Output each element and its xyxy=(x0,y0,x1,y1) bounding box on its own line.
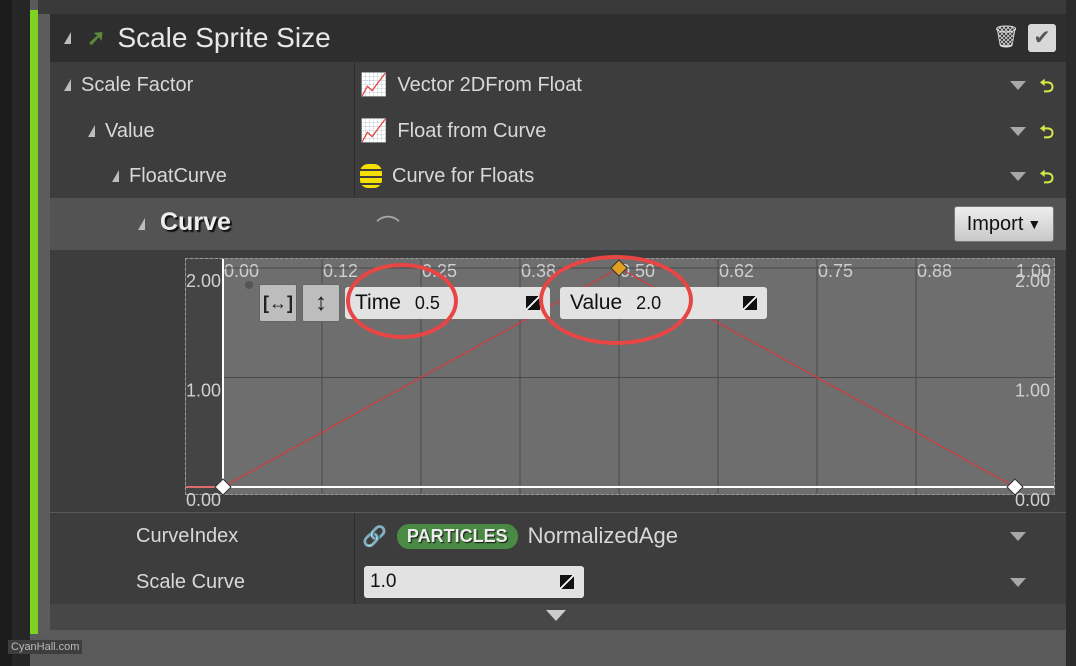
y-tick-label-right: 2.00 xyxy=(1015,271,1050,291)
row-label: Scale Curve xyxy=(136,570,245,593)
scale-curve-field[interactable]: 1.0 xyxy=(364,566,584,598)
graph-dot xyxy=(245,281,253,289)
y-tick-label-right: 1.00 xyxy=(1015,381,1050,401)
annotation-circle xyxy=(346,263,458,339)
x-tick-label: 0.62 xyxy=(719,261,754,281)
y-tick-label: 2.00 xyxy=(186,271,221,291)
advanced-expander[interactable] xyxy=(50,604,1066,630)
x-tick-label: 0.00 xyxy=(224,261,259,281)
y-tick-label: 0.00 xyxy=(186,490,221,510)
column-divider xyxy=(354,559,355,605)
drag-grip-icon[interactable] xyxy=(526,296,540,310)
row-scale-curve: Scale Curve 1.0 xyxy=(50,559,1066,605)
row-curve-index: CurveIndex 🔗 PARTICLES NormalizedAge xyxy=(50,513,1066,559)
dropdown-arrow-icon[interactable] xyxy=(1010,578,1026,587)
fit-vertical-button[interactable]: ↕ xyxy=(302,284,340,322)
drag-grip-icon[interactable] xyxy=(743,296,757,310)
drag-grip-icon[interactable] xyxy=(560,575,574,589)
fit-horizontal-button[interactable]: [↔] xyxy=(259,284,297,322)
x-tick-label: 0.12 xyxy=(323,261,358,281)
column-divider xyxy=(354,513,355,559)
row-label: CurveIndex xyxy=(136,524,239,547)
x-tick-label: 0.75 xyxy=(818,261,853,281)
link-icon: 🔗 xyxy=(362,525,387,548)
scale-curve-value: 1.0 xyxy=(370,571,397,592)
namespace-badge: PARTICLES xyxy=(396,523,518,549)
x-tick-label: 0.88 xyxy=(917,261,952,281)
dropdown-arrow-icon[interactable] xyxy=(1010,532,1026,541)
watermark: CyanHall.com xyxy=(8,640,83,654)
y-tick-label: 1.00 xyxy=(186,381,221,401)
annotation-circle xyxy=(539,255,693,345)
curve-index-value[interactable]: NormalizedAge xyxy=(528,523,678,549)
expand-arrow-icon[interactable] xyxy=(546,610,566,621)
y-tick-label-right: 0.00 xyxy=(1015,490,1050,510)
